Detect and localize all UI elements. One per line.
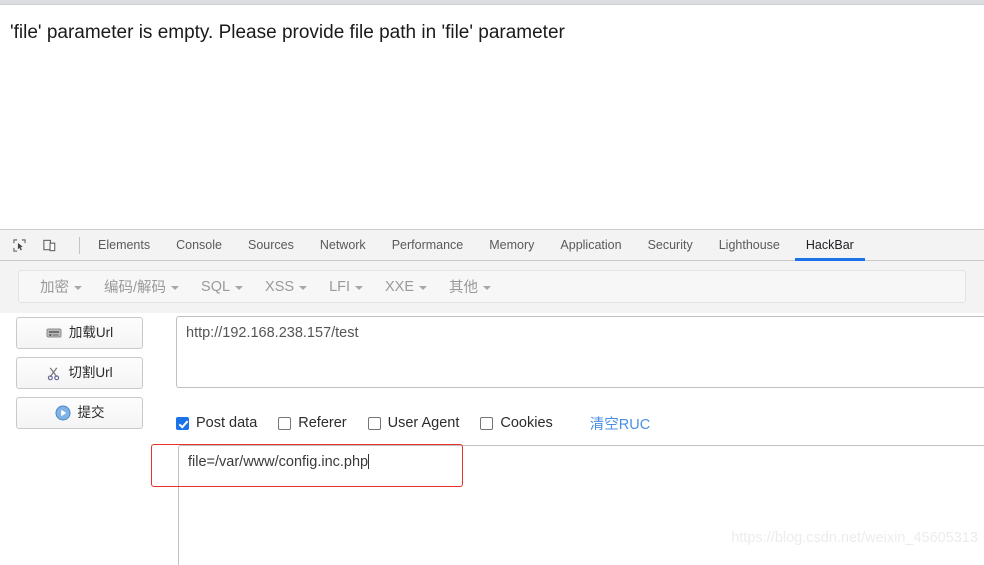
devtools-panel: Elements Console Sources Network Perform… [0, 229, 984, 565]
devtools-tab-list: Elements Console Sources Network Perform… [85, 230, 867, 261]
tab-console[interactable]: Console [163, 230, 235, 261]
chevron-down-icon [483, 285, 492, 290]
menu-sql-label: SQL [201, 278, 231, 295]
device-toolbar-glyph [42, 239, 55, 251]
inspect-element-glyph [12, 238, 26, 252]
post-data-checkbox[interactable] [176, 416, 189, 430]
menu-xss-label: XSS [265, 278, 295, 295]
option-cookies[interactable]: Cookies [480, 415, 553, 431]
screenshot-root: 'file' parameter is empty. Please provid… [0, 0, 984, 565]
option-post-data-label: Post data [196, 415, 258, 431]
play-icon [55, 405, 70, 421]
post-data-value: file=/var/www/config.inc.php [188, 454, 369, 470]
tab-performance[interactable]: Performance [379, 230, 477, 261]
split-url-button[interactable]: 切割Url [16, 357, 143, 389]
devtools-tabbar: Elements Console Sources Network Perform… [0, 230, 984, 261]
chevron-down-icon [355, 285, 364, 290]
device-toolbar-icon[interactable] [38, 234, 60, 256]
option-cookies-label: Cookies [500, 415, 553, 431]
tab-lighthouse[interactable]: Lighthouse [706, 230, 793, 261]
menu-xxe-label: XXE [385, 278, 415, 295]
tab-sources[interactable]: Sources [235, 230, 307, 261]
option-user-agent[interactable]: User Agent [367, 415, 460, 431]
tab-memory[interactable]: Memory [476, 230, 547, 261]
tab-network[interactable]: Network [307, 230, 379, 261]
post-data-input[interactable]: file=/var/www/config.inc.php [178, 445, 984, 565]
tab-hackbar[interactable]: HackBar [793, 230, 867, 261]
chevron-down-icon [235, 285, 244, 290]
scissors-icon [48, 367, 60, 380]
menu-encrypt[interactable]: 加密 [29, 276, 93, 297]
chevron-down-icon [171, 285, 180, 290]
user-agent-checkbox[interactable] [367, 416, 381, 430]
tab-security[interactable]: Security [635, 230, 706, 261]
hackbar-action-buttons: 加载Url 切割Url 提交 [16, 317, 146, 437]
menu-encode-decode[interactable]: 编码/解码 [93, 276, 190, 297]
tab-application[interactable]: Application [547, 230, 634, 261]
chevron-down-icon [419, 285, 428, 290]
inspect-element-icon[interactable] [8, 234, 30, 256]
menu-xxe[interactable]: XXE [374, 279, 438, 295]
browser-top-strip [0, 0, 984, 5]
menu-encrypt-label: 加密 [40, 280, 69, 296]
load-url-icon [46, 328, 62, 338]
referer-checkbox[interactable] [278, 416, 292, 430]
menu-sql[interactable]: SQL [190, 279, 254, 295]
option-post-data[interactable]: Post data [176, 415, 257, 431]
cookies-checkbox[interactable] [480, 416, 494, 430]
menu-xss[interactable]: XSS [254, 279, 318, 295]
menu-lfi-label: LFI [329, 278, 351, 295]
menu-other[interactable]: 其他 [438, 276, 502, 297]
option-user-agent-label: User Agent [387, 415, 460, 431]
submit-button-label: 提交 [77, 405, 105, 421]
page-content-area: 'file' parameter is empty. Please provid… [0, 6, 984, 224]
tab-elements[interactable]: Elements [85, 230, 163, 261]
text-cursor [368, 454, 370, 469]
menu-lfi[interactable]: LFI [318, 279, 374, 295]
clear-ruc-link[interactable]: 清空RUC [590, 413, 650, 434]
option-referer-label: Referer [298, 415, 347, 431]
hackbar-body: 加载Url 切割Url 提交 http://192.168.238.157/te… [0, 313, 984, 565]
devtools-icon-group [0, 234, 85, 256]
toolbar-divider [79, 236, 80, 254]
split-url-button-label: 切割Url [68, 365, 113, 381]
url-input[interactable]: http://192.168.238.157/test [176, 316, 984, 388]
hackbar-menubar: 加密 编码/解码 SQL XSS LFI XXE 其他 [18, 270, 966, 303]
menu-encode-decode-label: 编码/解码 [104, 280, 167, 296]
load-url-button-label: 加载Url [68, 325, 114, 341]
load-url-button[interactable]: 加载Url [16, 317, 143, 349]
page-error-message: 'file' parameter is empty. Please provid… [10, 22, 565, 43]
option-referer[interactable]: Referer [278, 415, 347, 431]
chevron-down-icon [299, 285, 308, 290]
submit-button[interactable]: 提交 [16, 397, 143, 429]
watermark-text: https://blog.csdn.net/weixin_45605313 [731, 530, 978, 546]
menu-other-label: 其他 [449, 280, 479, 296]
request-options-row: Post data Referer User Agent Cookies 清空R… [176, 412, 650, 434]
chevron-down-icon [74, 285, 82, 290]
